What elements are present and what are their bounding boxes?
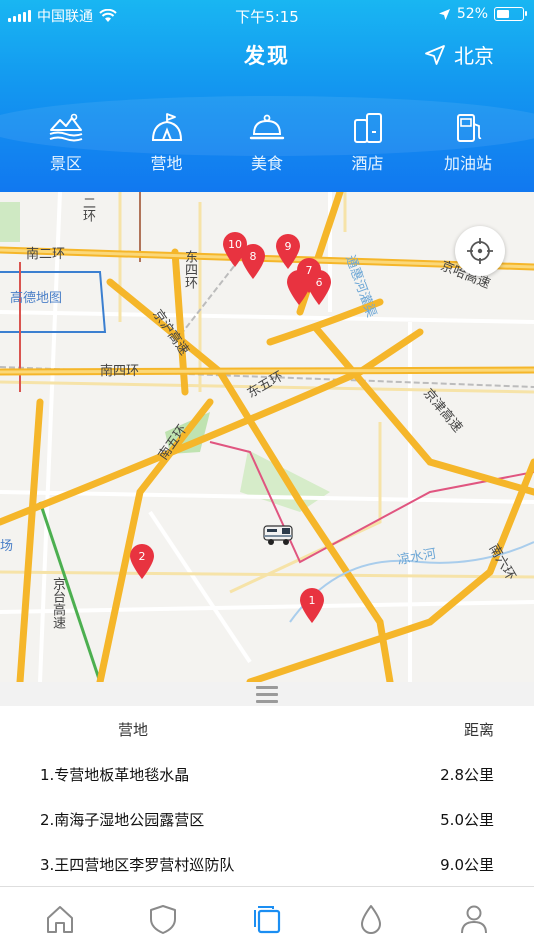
location-arrow-icon: [438, 8, 450, 20]
crosshair-icon: [467, 238, 493, 264]
map-brand-label: 高德地图: [10, 291, 63, 306]
column-header-distance: 距离: [463, 721, 494, 739]
map-label-south-4th-ring: 南四环: [100, 364, 140, 379]
tab-home[interactable]: [25, 892, 95, 946]
hotel-icon: [353, 113, 382, 143]
map-marker[interactable]: 8: [240, 244, 266, 280]
map-marker-number: 7: [305, 264, 313, 277]
bottom-tab-bar: [0, 886, 534, 950]
gas-station-icon: [457, 114, 482, 142]
list-item[interactable]: 2.南海子湿地公园露营区 5.0公里: [0, 795, 534, 840]
header: 中国联通 下午5:15 52% 发现 北京 景区 营地 美食 酒店 加油站: [0, 0, 534, 192]
list-item-distance: 9.0公里: [440, 856, 494, 874]
tab-shield[interactable]: [128, 892, 198, 946]
list-header: 营地 距离: [0, 706, 534, 750]
map-label-south-2nd-ring: 南二环: [26, 247, 66, 262]
status-bar: 中国联通 下午5:15 52%: [0, 0, 534, 30]
category-label: 景区: [49, 154, 82, 173]
drop-icon: [360, 904, 381, 934]
tab-profile[interactable]: [439, 892, 509, 946]
column-header-name: 营地: [118, 721, 149, 739]
map-marker[interactable]: 1: [299, 588, 325, 624]
list-item[interactable]: 1.专营地板革地毯水晶 2.8公里: [0, 750, 534, 795]
campsite-list: 营地 距离 1.专营地板革地毯水晶 2.8公里 2.南海子湿地公园露营区 5.0…: [0, 706, 534, 886]
shield-icon: [150, 904, 177, 934]
tab-discover[interactable]: [232, 892, 302, 946]
tab-drop[interactable]: [336, 892, 406, 946]
list-item-distance: 2.8公里: [440, 766, 494, 784]
list-item-name: 3.王四营地区李罗营村巡防队: [40, 856, 235, 874]
map-marker[interactable]: 7: [296, 258, 322, 294]
category-gas-station[interactable]: 加油站: [430, 112, 506, 174]
category-campsite[interactable]: 营地: [129, 112, 205, 174]
campsite-icon: [151, 113, 182, 141]
map-label-east-4th-ring: 东四环: [182, 250, 197, 289]
scenic-icon: [49, 113, 83, 142]
user-icon: [461, 905, 488, 933]
home-icon: [46, 905, 73, 933]
list-item-name: 1.专营地板革地毯水晶: [40, 766, 190, 784]
map-view[interactable]: 南二环 二环 高德地图 东四环 南四环 东五环 南五环 京沪高速 京哈高速 京津…: [0, 192, 534, 682]
map-label-ring-top: 二环: [80, 196, 95, 222]
drag-handle-icon: [256, 684, 278, 705]
category-food[interactable]: 美食: [229, 112, 305, 174]
battery-percent: 52%: [456, 6, 488, 22]
list-item-distance: 5.0公里: [440, 811, 494, 829]
city-label: 北京: [454, 44, 494, 68]
category-hotel[interactable]: 酒店: [330, 112, 406, 174]
food-icon: [249, 114, 285, 140]
map-marker-number: 8: [249, 250, 257, 263]
battery-icon: [494, 7, 527, 21]
category-label: 酒店: [351, 154, 384, 173]
copy-icon: [253, 905, 281, 933]
category-bar: 景区 营地 美食 酒店 加油站: [0, 112, 534, 174]
camper-van-icon: [263, 525, 293, 545]
map-label-partial: 场: [0, 539, 14, 554]
category-label: 营地: [150, 154, 183, 173]
map-label-jingtai-expressway: 京台高速: [50, 577, 65, 629]
list-item[interactable]: 3.王四营地区李罗营村巡防队 9.0公里: [0, 840, 534, 885]
category-scenic[interactable]: 景区: [28, 112, 104, 174]
map-marker[interactable]: 2: [129, 544, 155, 580]
map-marker-number: 9: [284, 240, 292, 253]
category-label: 加油站: [443, 154, 492, 173]
map-marker-number: 2: [138, 550, 146, 563]
city-selector[interactable]: 北京: [424, 40, 494, 69]
navigation-arrow-icon: [425, 44, 445, 65]
locate-button[interactable]: [455, 226, 505, 276]
drag-handle[interactable]: [0, 682, 534, 706]
list-item-name: 2.南海子湿地公园露营区: [40, 811, 205, 829]
category-label: 美食: [250, 154, 283, 173]
map-marker-number: 1: [308, 594, 316, 607]
